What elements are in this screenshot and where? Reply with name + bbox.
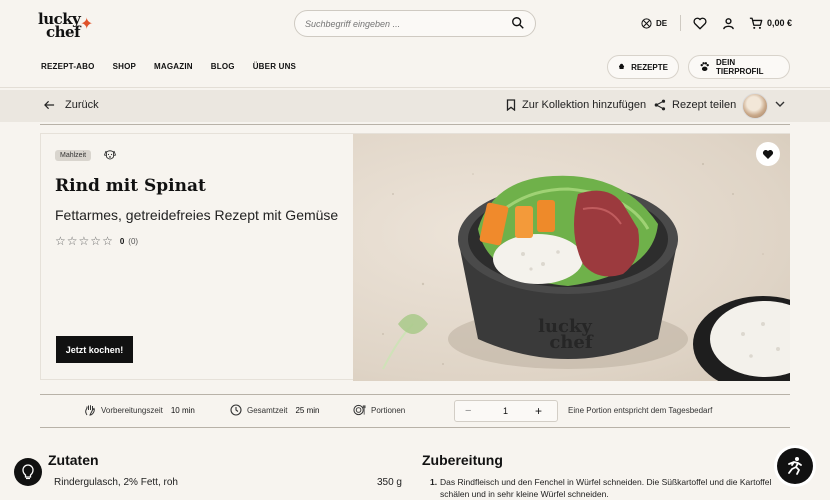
main-nav: REZEPT-ABO SHOP MAGAZIN BLOG ÜBER UNS xyxy=(41,62,296,71)
heart-filled-icon xyxy=(762,149,774,159)
prep-time: Vorbereitungszeit 10 min xyxy=(84,404,195,416)
tierprofil-label: DEIN TIERPROFIL xyxy=(715,58,764,76)
preparation-step: 1. Das Rindfleisch und den Fenchel in Wü… xyxy=(430,476,775,500)
rating-count: (0) xyxy=(128,236,139,246)
lightbulb-icon xyxy=(22,464,34,480)
star-icon[interactable]: ☆ xyxy=(102,234,113,248)
bowl-logo-text-2: chef xyxy=(549,332,593,353)
account-button[interactable] xyxy=(720,15,736,31)
header-divider xyxy=(680,15,681,31)
cook-now-button[interactable]: Jetzt kochen! xyxy=(56,336,133,363)
search-icon[interactable] xyxy=(511,16,525,30)
step-text: Das Rindfleisch und den Fenchel in Würfe… xyxy=(440,477,772,499)
nav-item-rezept-abo[interactable]: REZEPT-ABO xyxy=(41,62,95,71)
ingredients-heading: Zutaten xyxy=(48,452,99,468)
back-button[interactable]: Zurück xyxy=(44,99,99,111)
recipe-info-bar: Vorbereitungszeit 10 min Gesamtzeit 25 m… xyxy=(40,394,790,428)
ingredient-name: Rindergulasch, 2% Fett, roh xyxy=(54,477,178,488)
back-label: Zurück xyxy=(65,99,99,111)
rating-value: 0 xyxy=(119,236,125,246)
chef-hat-icon xyxy=(618,63,625,70)
total-time-label: Gesamtzeit xyxy=(247,405,288,415)
paw-icon xyxy=(700,62,709,72)
star-icon[interactable]: ☆ xyxy=(79,234,90,248)
share-recipe-label: Rezept teilen xyxy=(672,99,737,111)
ingredient-row: Rindergulasch, 2% Fett, roh 350 g xyxy=(54,477,402,488)
bookmark-icon xyxy=(506,99,516,111)
step-number: 1. xyxy=(430,477,438,487)
recipe-card: Mahlzeit Rind mit Spinat Fettarmes, getr… xyxy=(40,133,790,381)
section-divider xyxy=(40,124,790,125)
language-selector[interactable]: DE xyxy=(641,14,667,32)
add-to-collection-label: Zur Kollektion hinzufügen xyxy=(522,99,647,111)
nav-item-blog[interactable]: BLOG xyxy=(211,62,235,71)
increase-portions-button[interactable]: + xyxy=(535,404,542,418)
accessibility-button[interactable] xyxy=(777,448,813,484)
dog-icon xyxy=(103,150,117,160)
cart-button[interactable]: 0,00 € xyxy=(749,14,792,32)
cart-total: 0,00 € xyxy=(767,18,793,28)
total-time: Gesamtzeit 25 min xyxy=(230,404,319,416)
chevron-down-icon[interactable] xyxy=(775,100,785,108)
star-icon[interactable]: ☆ xyxy=(67,234,78,248)
prep-time-label: Vorbereitungszeit xyxy=(101,405,163,415)
prep-time-value: 10 min xyxy=(170,405,195,415)
star-icon[interactable]: ☆ xyxy=(55,234,66,248)
recipe-subtitle: Fettarmes, getreidefreies Rezept mit Gem… xyxy=(55,207,339,223)
plate-icon xyxy=(353,404,366,416)
portions-stepper[interactable]: − 1 + xyxy=(454,400,558,422)
search-bar[interactable] xyxy=(294,10,536,37)
nav-item-ueber-uns[interactable]: ÜBER UNS xyxy=(253,62,296,71)
recipe-rating[interactable]: ☆ ☆ ☆ ☆ ☆ 0 (0) xyxy=(55,234,138,248)
lucky-chef-logo[interactable]: lucky chef ✦ xyxy=(38,10,98,41)
dog-bowl-illustration: lucky chef xyxy=(382,162,790,381)
user-icon xyxy=(722,17,734,29)
arrow-left-icon xyxy=(44,100,55,110)
heart-icon xyxy=(693,17,707,29)
tierprofil-button[interactable]: DEIN TIERPROFIL xyxy=(688,55,790,79)
meal-type-badge: Mahlzeit xyxy=(55,150,92,161)
search-input[interactable] xyxy=(305,16,495,32)
portions-label: Portionen xyxy=(371,405,406,415)
star-icon[interactable]: ☆ xyxy=(90,234,101,248)
language-label: DE xyxy=(656,18,668,28)
nav-item-magazin[interactable]: MAGAZIN xyxy=(154,62,193,71)
share-recipe-button[interactable]: Rezept teilen xyxy=(654,99,736,111)
hand-icon xyxy=(85,405,95,416)
preparation-heading: Zubereitung xyxy=(422,452,503,468)
recipe-image: lucky chef xyxy=(353,134,790,381)
favorite-button[interactable] xyxy=(756,142,780,166)
ingredient-amount: 350 g xyxy=(376,477,402,488)
decrease-portions-button[interactable]: − xyxy=(465,405,471,417)
accessibility-runner-icon xyxy=(788,457,802,475)
help-button[interactable] xyxy=(14,458,42,486)
portions-value[interactable]: 1 xyxy=(503,406,508,416)
globe-icon xyxy=(641,17,652,29)
share-icon xyxy=(654,99,666,111)
site-header: lucky chef ✦ DE 0,00 € REZEPT-ABO SHOP M… xyxy=(0,0,830,88)
add-to-collection-button[interactable]: Zur Kollektion hinzufügen xyxy=(506,99,646,111)
nav-item-shop[interactable]: SHOP xyxy=(113,62,136,71)
wishlist-button[interactable] xyxy=(692,15,708,31)
total-time-value: 25 min xyxy=(295,405,320,415)
fox-logo-icon: ✦ xyxy=(80,16,94,33)
pet-avatar[interactable] xyxy=(742,93,768,119)
recipe-title: Rind mit Spinat xyxy=(55,176,206,196)
cart-icon xyxy=(749,17,763,29)
clock-icon xyxy=(230,404,242,416)
logo-text-chef: chef xyxy=(46,23,81,41)
portions-note: Eine Portion entspricht dem Tagesbedarf xyxy=(568,406,713,415)
rezepte-label: REZEPTE xyxy=(631,62,668,72)
rezepte-button[interactable]: REZEPTE xyxy=(607,55,679,79)
portions: Portionen xyxy=(353,404,405,416)
recipe-toolbar: Zurück Zur Kollektion hinzufügen Rezept … xyxy=(0,90,830,122)
